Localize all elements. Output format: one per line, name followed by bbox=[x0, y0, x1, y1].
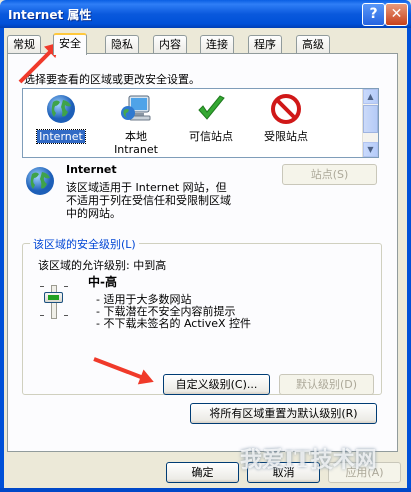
zone-prompt: 选择要查看的区域或更改安全设置。 bbox=[24, 73, 200, 86]
title-bar[interactable]: Internet 属性 ? ✕ bbox=[0, 0, 411, 28]
window-frame-bottom bbox=[0, 488, 411, 492]
window-frame-right bbox=[407, 28, 411, 492]
globe-icon bbox=[47, 95, 75, 123]
watermark-logo: 我爱IT技术网 bbox=[240, 447, 377, 473]
zone-description: 该区域适用于 Internet 网站，但 不适用于列在受信任和受限制区域 中的网… bbox=[66, 181, 231, 220]
slider-tick bbox=[40, 286, 44, 287]
security-level-label: 该区域的安全级别(L) bbox=[30, 236, 139, 252]
scroll-thumb[interactable] bbox=[363, 105, 378, 133]
zone-restricted-sites[interactable]: 受限站点 bbox=[251, 93, 321, 143]
tab-programs[interactable]: 程序 bbox=[248, 35, 282, 53]
help-button[interactable]: ? bbox=[362, 3, 385, 26]
zone-internet[interactable]: Internet bbox=[26, 93, 96, 144]
close-button[interactable]: ✕ bbox=[385, 3, 408, 26]
slider-tick bbox=[40, 315, 44, 316]
security-slider-thumb[interactable] bbox=[44, 292, 63, 303]
checkmark-icon bbox=[198, 95, 225, 120]
zone-list[interactable]: Internet 本地 Intranet 可信站点 受限站点 ▲ ▼ bbox=[22, 88, 379, 158]
tab-advanced[interactable]: 高级 bbox=[296, 35, 330, 53]
zone-label: 本地 Intranet bbox=[114, 130, 158, 156]
slider-tick bbox=[64, 315, 68, 316]
zone-trusted-sites[interactable]: 可信站点 bbox=[176, 93, 246, 143]
ok-button[interactable]: 确定 bbox=[166, 462, 239, 483]
zone-list-scrollbar[interactable]: ▲ ▼ bbox=[362, 89, 378, 157]
zone-label: 受限站点 bbox=[264, 130, 308, 143]
zone-title: Internet bbox=[66, 163, 117, 176]
tab-security[interactable]: 安全 bbox=[53, 33, 87, 55]
computer-globe-icon bbox=[121, 95, 151, 121]
custom-level-button[interactable]: 自定义级别(C)... bbox=[163, 374, 270, 395]
tab-connections[interactable]: 连接 bbox=[200, 35, 234, 53]
no-entry-icon bbox=[271, 94, 301, 124]
sites-button[interactable]: 站点(S) bbox=[282, 164, 377, 185]
slider-tick bbox=[64, 286, 68, 287]
level-name: 中-高 bbox=[88, 275, 117, 289]
tab-content[interactable]: 内容 bbox=[153, 35, 187, 53]
window-title: Internet 属性 bbox=[8, 8, 92, 22]
window-frame-left bbox=[0, 28, 4, 492]
reset-all-zones-button[interactable]: 将所有区域重置为默认级别(R) bbox=[190, 403, 377, 424]
zone-local-intranet[interactable]: 本地 Intranet bbox=[101, 93, 171, 156]
tab-privacy[interactable]: 隐私 bbox=[105, 35, 139, 53]
default-level-button[interactable]: 默认级别(D) bbox=[279, 374, 374, 395]
scroll-up-icon[interactable]: ▲ bbox=[363, 89, 378, 104]
level-point: - 不下载未签名的 ActiveX 控件 bbox=[96, 317, 252, 330]
tab-general[interactable]: 常规 bbox=[7, 35, 41, 53]
zone-label: 可信站点 bbox=[189, 130, 233, 143]
zone-label: Internet bbox=[36, 129, 86, 144]
scroll-down-icon[interactable]: ▼ bbox=[363, 142, 378, 157]
allowed-levels-text: 该区域的允许级别: 中到高 bbox=[38, 259, 167, 272]
globe-icon bbox=[26, 167, 54, 195]
